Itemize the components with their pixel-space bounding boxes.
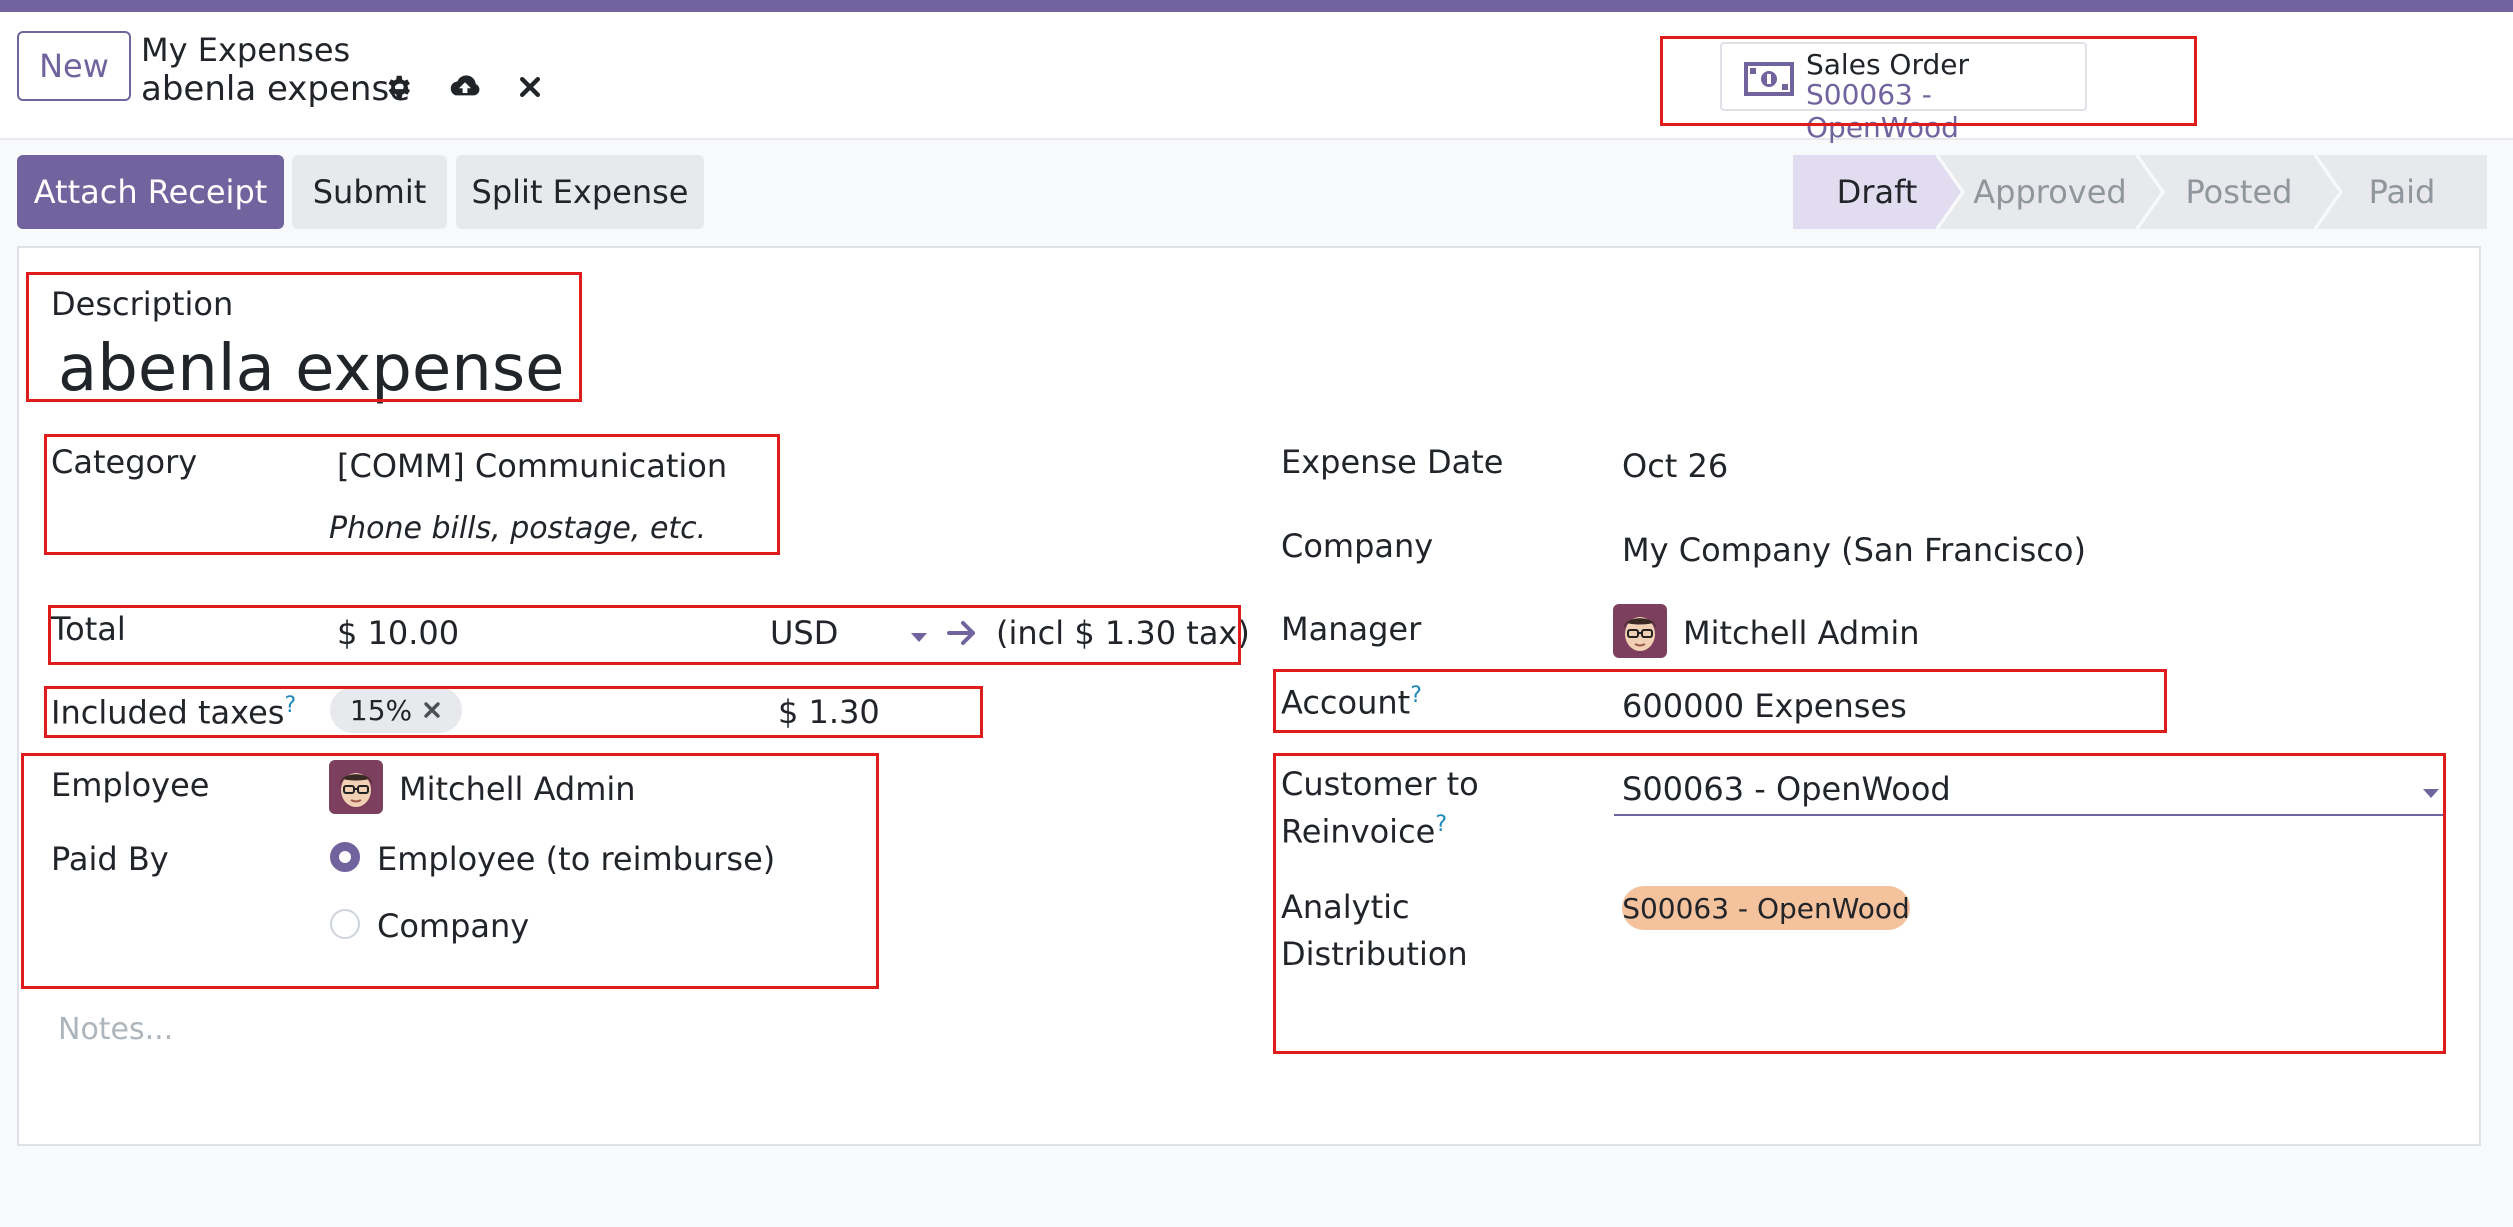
highlight-box <box>48 605 1241 665</box>
highlight-box <box>1660 36 2197 126</box>
highlight-box <box>1273 753 2446 1054</box>
attach-receipt-button[interactable]: Attach Receipt <box>17 155 284 229</box>
stage-posted[interactable]: Posted <box>2139 155 2339 229</box>
gear-icon[interactable] <box>383 72 413 106</box>
control-panel: New My Expenses abenla expense Sales Ord… <box>0 12 2513 144</box>
stage-approved[interactable]: Approved <box>1939 155 2161 229</box>
manager-field[interactable]: Mitchell Admin <box>1683 614 1920 652</box>
highlight-box <box>1273 669 2167 733</box>
submit-button[interactable]: Submit <box>292 155 447 229</box>
manager-label: Manager <box>1281 610 1422 648</box>
cloud-upload-icon[interactable] <box>447 72 483 106</box>
highlight-box <box>44 686 983 738</box>
split-expense-button[interactable]: Split Expense <box>456 155 704 229</box>
highlight-box <box>26 272 582 402</box>
stage-draft[interactable]: Draft <box>1793 155 1961 229</box>
highlight-box <box>44 434 780 555</box>
stage-paid[interactable]: Paid <box>2317 155 2487 229</box>
close-icon[interactable] <box>517 74 543 104</box>
notes-field[interactable]: Notes... <box>58 1012 173 1047</box>
breadcrumb-my-expenses[interactable]: My Expenses <box>141 31 350 69</box>
top-navbar <box>0 0 2513 12</box>
status-bar: Draft Approved Posted Paid <box>1793 155 2487 229</box>
company-field[interactable]: My Company (San Francisco) <box>1622 531 2086 569</box>
new-button[interactable]: New <box>17 31 131 101</box>
expense-date-label: Expense Date <box>1281 443 1504 481</box>
company-label: Company <box>1281 527 1434 565</box>
highlight-box <box>21 753 879 989</box>
expense-date-field[interactable]: Oct 26 <box>1622 447 1728 485</box>
record-title: abenla expense <box>141 69 411 109</box>
avatar <box>1613 604 1667 658</box>
record-actions <box>383 72 543 106</box>
